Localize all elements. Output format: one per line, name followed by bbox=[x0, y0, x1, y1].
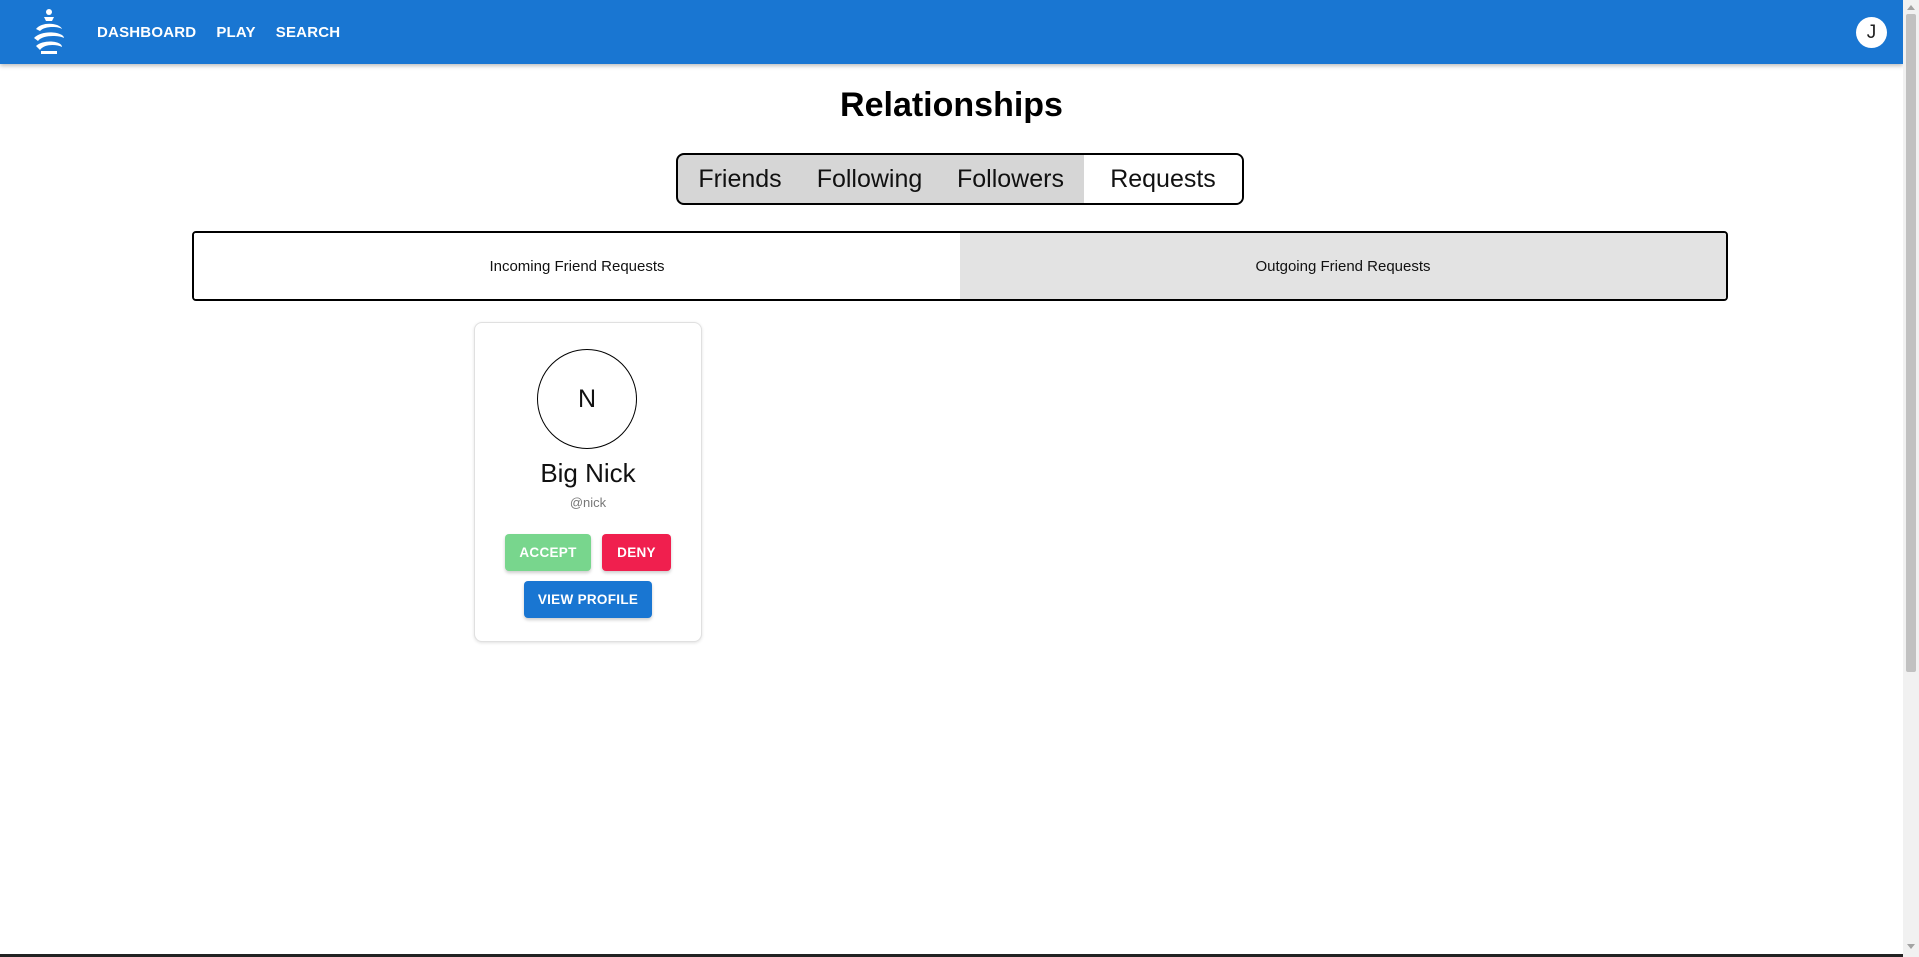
requester-handle: @nick bbox=[569, 495, 607, 510]
friend-request-card: N Big Nick @nick ACCEPT DENY VIEW PROFIL… bbox=[474, 322, 702, 642]
main-nav: DASHBOARD PLAY SEARCH bbox=[97, 0, 350, 64]
scroll-up-icon[interactable] bbox=[1907, 5, 1915, 10]
page-scrollbar[interactable] bbox=[1903, 0, 1919, 957]
nav-play[interactable]: PLAY bbox=[206, 12, 265, 52]
requester-name: Big Nick bbox=[540, 458, 636, 488]
scroll-down-icon[interactable] bbox=[1907, 944, 1915, 949]
nav-search[interactable]: SEARCH bbox=[266, 12, 351, 52]
tab-requests[interactable]: Requests bbox=[1084, 155, 1242, 203]
avatar: N bbox=[537, 349, 637, 449]
nav-dashboard[interactable]: DASHBOARD bbox=[97, 12, 206, 52]
scroll-thumb[interactable] bbox=[1906, 14, 1916, 672]
tab-friends[interactable]: Friends bbox=[678, 155, 802, 203]
relationship-tabs: Friends Following Followers Requests bbox=[676, 153, 1244, 205]
tab-incoming-requests[interactable]: Incoming Friend Requests bbox=[194, 233, 960, 299]
page-title: Relationships bbox=[840, 86, 1063, 124]
accept-button[interactable]: ACCEPT bbox=[505, 534, 591, 571]
view-profile-button[interactable]: VIEW PROFILE bbox=[524, 581, 652, 618]
request-tabs: Incoming Friend Requests Outgoing Friend… bbox=[192, 231, 1728, 301]
tab-followers[interactable]: Followers bbox=[937, 155, 1084, 203]
tab-outgoing-requests[interactable]: Outgoing Friend Requests bbox=[960, 233, 1726, 299]
user-avatar[interactable]: J bbox=[1856, 17, 1887, 48]
deny-button[interactable]: DENY bbox=[602, 534, 671, 571]
tab-following[interactable]: Following bbox=[802, 155, 937, 203]
app-bar: DASHBOARD PLAY SEARCH J bbox=[0, 0, 1903, 64]
chess-swirl-logo-icon[interactable] bbox=[30, 7, 68, 55]
